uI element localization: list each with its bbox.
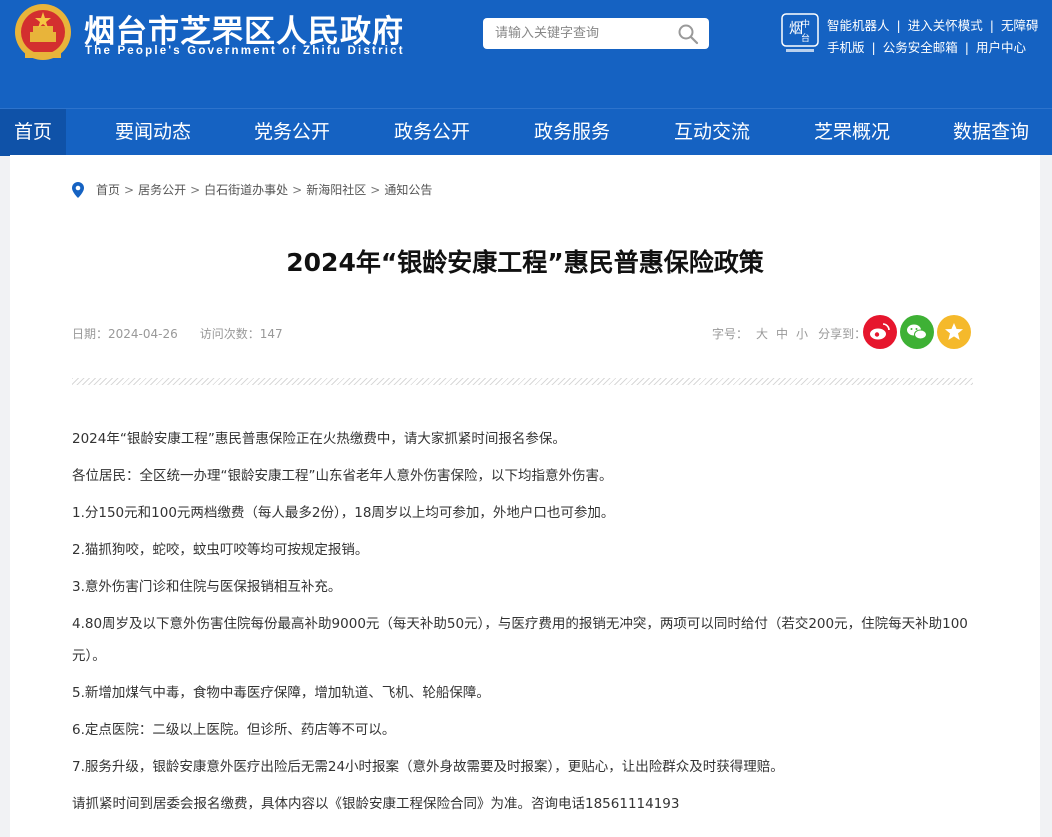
article-title: 2024年“银龄安康工程”惠民普惠保险政策 xyxy=(286,248,764,277)
favorite-icon xyxy=(937,315,971,349)
article-meta: 日期：2024-04-26 访问次数：147 xyxy=(72,325,283,342)
breadcrumb-home[interactable]: 首页 xyxy=(96,181,120,198)
visits-label: 访问次数： xyxy=(199,327,260,341)
main-nav: 首页 要闻动态 党务公开 政务公开 政务服务 互动交流 芝罘概况 数据查询 xyxy=(0,108,1052,156)
publish-date: 2024-04-26 xyxy=(108,327,178,341)
smart-robot-link[interactable]: 智能机器人 xyxy=(827,18,890,33)
divider xyxy=(72,378,973,385)
accessibility-link[interactable]: 无障碍 xyxy=(1001,18,1039,33)
font-size-large[interactable]: 大 xyxy=(756,327,768,341)
article-tools: 字号： 大中小分享到： xyxy=(712,325,866,342)
article-paragraph: 请抓紧时间到居委会报名缴费，具体内容以《银龄安康工程保险合同》为准。咨询电话18… xyxy=(72,796,680,812)
nav-item-news[interactable]: 要闻动态 xyxy=(103,109,203,156)
breadcrumb-community-affairs[interactable]: 居务公开 xyxy=(138,181,186,198)
location-pin-icon xyxy=(72,181,84,198)
nav-item-overview[interactable]: 芝罘概况 xyxy=(802,109,902,156)
nav-item-interaction[interactable]: 互动交流 xyxy=(662,109,762,156)
share-wechat-button[interactable] xyxy=(900,315,934,349)
secure-mailbox-link[interactable]: 公务安全邮箱 xyxy=(883,40,958,55)
svg-text:中: 中 xyxy=(801,18,810,30)
visit-count: 147 xyxy=(259,327,283,341)
top-links: 智能机器人 | 进入关怀模式 | 无障碍 手机版 | 公务安全邮箱 | 用户中心 xyxy=(827,18,1039,55)
date-label: 日期： xyxy=(72,327,109,341)
site-header: 烟台市芝罘区人民政府 The People's Government of Zh… xyxy=(0,0,1052,108)
yantai-china-logo-icon: 烟 中 台 xyxy=(781,13,819,52)
user-center-link[interactable]: 用户中心 xyxy=(976,40,1026,55)
font-size-medium[interactable]: 中 xyxy=(776,327,788,341)
article-paragraph: 2024年“银龄安康工程”惠民普惠保险正在火热缴费中，请大家抓紧时间报名参保。 xyxy=(72,431,566,447)
site-subtitle: The People's Government of Zhifu Distric… xyxy=(85,45,405,57)
svg-text:台: 台 xyxy=(801,32,810,44)
article-paragraph: 1.分150元和100元两档缴费（每人最多2份），18周岁以上均可参加，外地户口… xyxy=(72,505,615,521)
search-icon[interactable] xyxy=(677,23,699,45)
nav-item-data-query[interactable]: 数据查询 xyxy=(941,109,1041,156)
article-paragraph: 2.猫抓狗咬，蛇咬，蚊虫叮咬等均可按规定报销。 xyxy=(72,542,369,558)
nav-item-gov-affairs[interactable]: 政务公开 xyxy=(382,109,482,156)
breadcrumb-community[interactable]: 新海阳社区 xyxy=(306,181,366,198)
article-card: 首页 > 居务公开 > 白石街道办事处 > 新海阳社区 > 通知公告 2024年“银龄安… xyxy=(10,155,1040,837)
font-size-small[interactable]: 小 xyxy=(796,327,808,341)
nav-item-home[interactable]: 首页 xyxy=(0,109,66,156)
nav-item-party-affairs[interactable]: 党务公开 xyxy=(242,109,342,156)
wechat-icon xyxy=(900,315,934,349)
article-paragraph: 4.80周岁及以下意外伤害住院每份最高补助9000元（每天补助50元），与医疗费… xyxy=(72,616,968,664)
article-body: 2024年“银龄安康工程”惠民普惠保险正在火热缴费中，请大家抓紧时间报名参保。 … xyxy=(72,423,977,825)
search-box xyxy=(483,18,709,49)
font-size-label: 字号： xyxy=(712,327,749,341)
national-emblem-icon xyxy=(15,4,71,60)
breadcrumb: 首页 > 居务公开 > 白石街道办事处 > 新海阳社区 > 通知公告 xyxy=(72,181,432,198)
article-paragraph: 6.定点医院：二级以上医院。但诊所、药店等不可以。 xyxy=(72,722,396,738)
share-label: 分享到： xyxy=(818,327,867,341)
weibo-icon xyxy=(863,315,897,349)
share-weibo-button[interactable] xyxy=(863,315,897,349)
nav-item-gov-services[interactable]: 政务服务 xyxy=(522,109,622,156)
search-input[interactable] xyxy=(495,18,670,49)
care-mode-link[interactable]: 进入关怀模式 xyxy=(908,18,983,33)
breadcrumb-subdistrict[interactable]: 白石街道办事处 xyxy=(204,181,288,198)
article-paragraph: 5.新增加煤气中毒，食物中毒医疗保障，增加轨道、飞机、轮船保障。 xyxy=(72,685,490,701)
article-paragraph: 各位居民：全区统一办理“银龄安康工程”山东省老年人意外伤害保险，以下均指意外伤害… xyxy=(72,468,613,484)
article-paragraph: 7.服务升级，银龄安康意外医疗出险后无需24小时报案（意外身故需要及时报案），更… xyxy=(72,759,784,775)
share-favorite-button[interactable] xyxy=(937,315,971,349)
article-paragraph: 3.意外伤害门诊和住院与医保报销相互补充。 xyxy=(72,579,342,595)
breadcrumb-notices[interactable]: 通知公告 xyxy=(384,181,432,198)
mobile-version-link[interactable]: 手机版 xyxy=(827,40,865,55)
